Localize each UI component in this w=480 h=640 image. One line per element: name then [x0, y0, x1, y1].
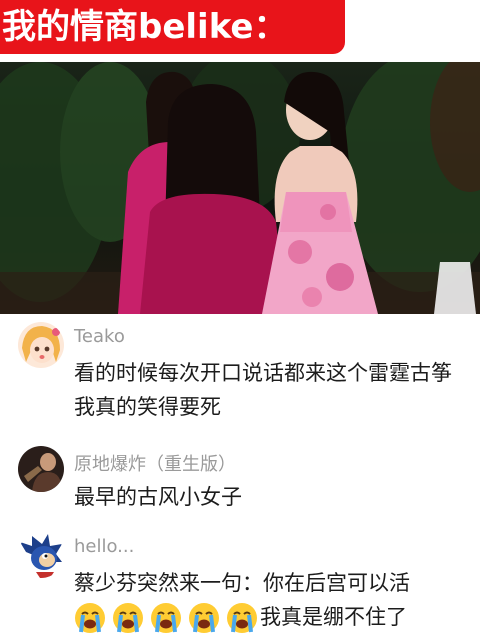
comment-username[interactable]: hello...	[74, 536, 134, 557]
anime-girl-avatar-icon[interactable]	[18, 322, 64, 368]
comment-item: Teako 看的时候每次开口说话都来这个雷霆古筝 我真的笑得要死	[0, 322, 480, 426]
comment-username[interactable]: 原地爆炸（重生版）	[74, 450, 236, 476]
overlay-title: 我的情商belike：	[0, 0, 345, 54]
loudly-crying-face-icon	[189, 603, 219, 633]
loudly-crying-face-icon	[151, 603, 181, 633]
comment-username[interactable]: Teako	[74, 326, 125, 347]
comment-text-line: 我真是绷不住了	[260, 605, 407, 629]
comment-item: 原地爆炸（重生版） 最早的古风小女子	[0, 446, 480, 526]
comment-item: hello... 蔡少芬突然来一句：你在后宫可以活 我真是绷不住了	[0, 532, 480, 640]
comment-text: 看的时候每次开口说话都来这个雷霆古筝 我真的笑得要死	[74, 361, 452, 419]
video-frame[interactable]	[0, 62, 480, 314]
blue-hedgehog-avatar-icon[interactable]	[18, 532, 64, 578]
comment-text: 蔡少芬突然来一句：你在后宫可以活 我真是绷不住了	[74, 566, 466, 634]
loudly-crying-face-icon	[75, 603, 105, 633]
comment-text-line: 蔡少芬突然来一句：你在后宫可以活	[74, 571, 410, 595]
loudly-crying-face-icon	[113, 603, 143, 633]
dark-figure-avatar-icon[interactable]	[18, 446, 64, 492]
loudly-crying-face-icon	[227, 603, 257, 633]
emoji-row	[74, 602, 258, 634]
comment-text: 最早的古风小女子	[74, 485, 242, 509]
video-scene	[0, 62, 480, 314]
comment-list: Teako 看的时候每次开口说话都来这个雷霆古筝 我真的笑得要死 原地爆炸（重生…	[0, 314, 480, 640]
